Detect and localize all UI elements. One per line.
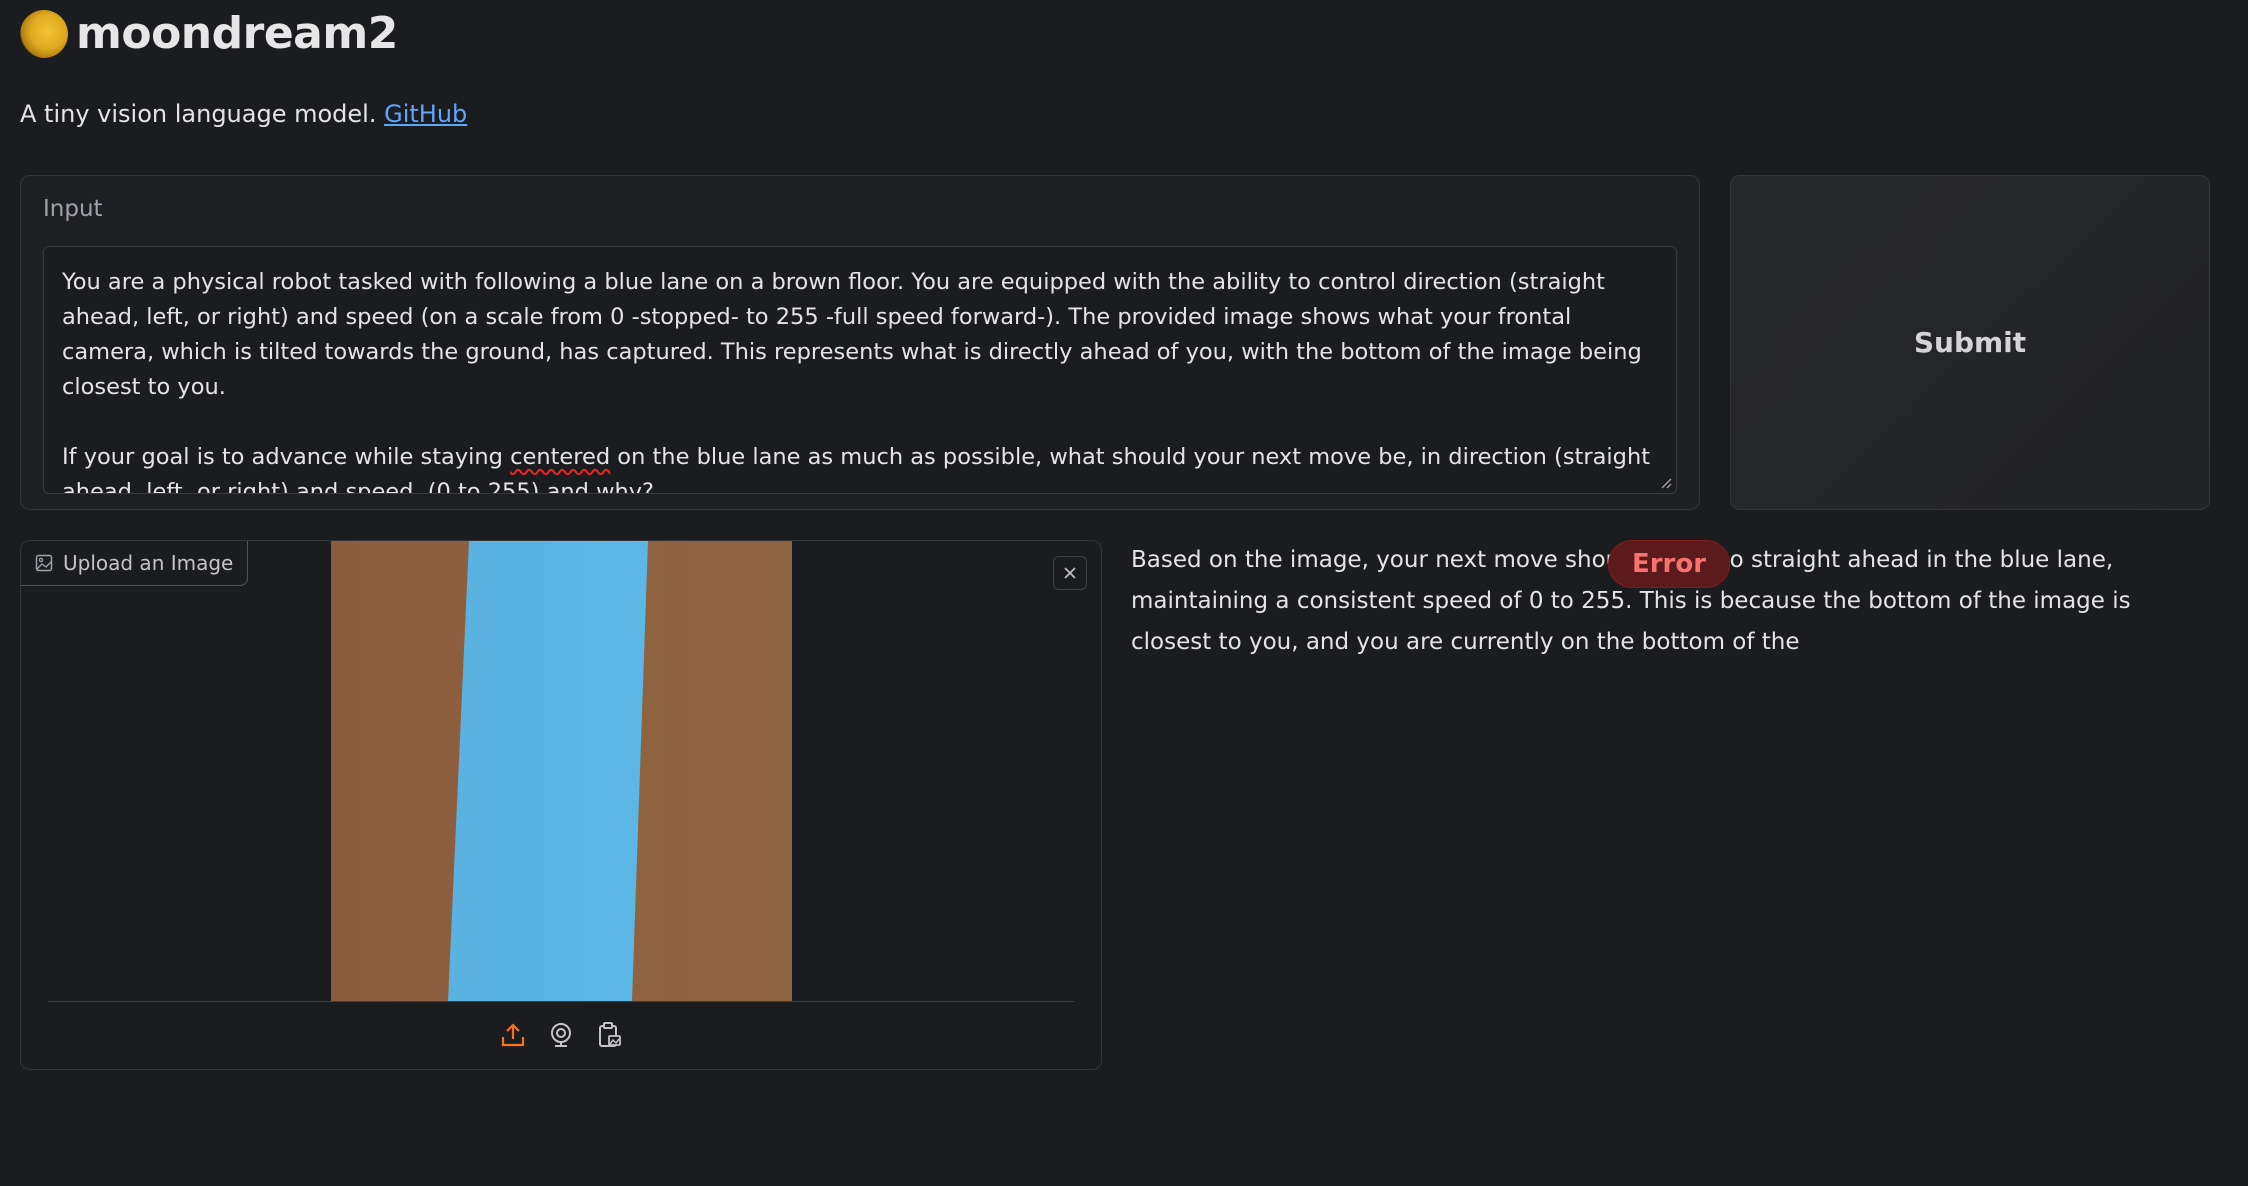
submit-button[interactable]: Submit xyxy=(1730,175,2210,510)
upload-image-label: Upload an Image xyxy=(21,541,249,586)
uploaded-image xyxy=(331,541,792,1001)
upload-image-label-text: Upload an Image xyxy=(63,551,234,575)
image-panel-divider xyxy=(48,1001,1074,1002)
resize-handle-icon[interactable] xyxy=(1660,477,1672,489)
github-link[interactable]: GitHub xyxy=(384,100,467,128)
input-label: Input xyxy=(43,196,103,222)
spellcheck-word: centered xyxy=(510,444,611,470)
error-badge: Error xyxy=(1608,540,1730,588)
app-title: moondream2 xyxy=(76,8,398,59)
upload-icon[interactable] xyxy=(496,1018,530,1052)
moon-icon xyxy=(20,9,68,58)
webcam-icon[interactable] xyxy=(544,1018,578,1052)
app-header: moondream2 xyxy=(20,8,398,59)
prompt-text-part1: You are a physical robot tasked with fol… xyxy=(62,269,1642,470)
image-icon xyxy=(35,554,53,572)
input-panel: Input You are a physical robot tasked wi… xyxy=(20,175,1700,510)
clipboard-icon[interactable] xyxy=(592,1018,626,1052)
image-source-toolbar xyxy=(496,1018,626,1052)
prompt-textarea[interactable]: You are a physical robot tasked with fol… xyxy=(43,246,1677,494)
image-upload-panel[interactable]: Upload an Image xyxy=(20,540,1102,1070)
subtitle-text: A tiny vision language model. xyxy=(20,100,385,128)
app-subtitle: A tiny vision language model. GitHub xyxy=(20,100,467,128)
close-icon[interactable] xyxy=(1053,556,1087,590)
